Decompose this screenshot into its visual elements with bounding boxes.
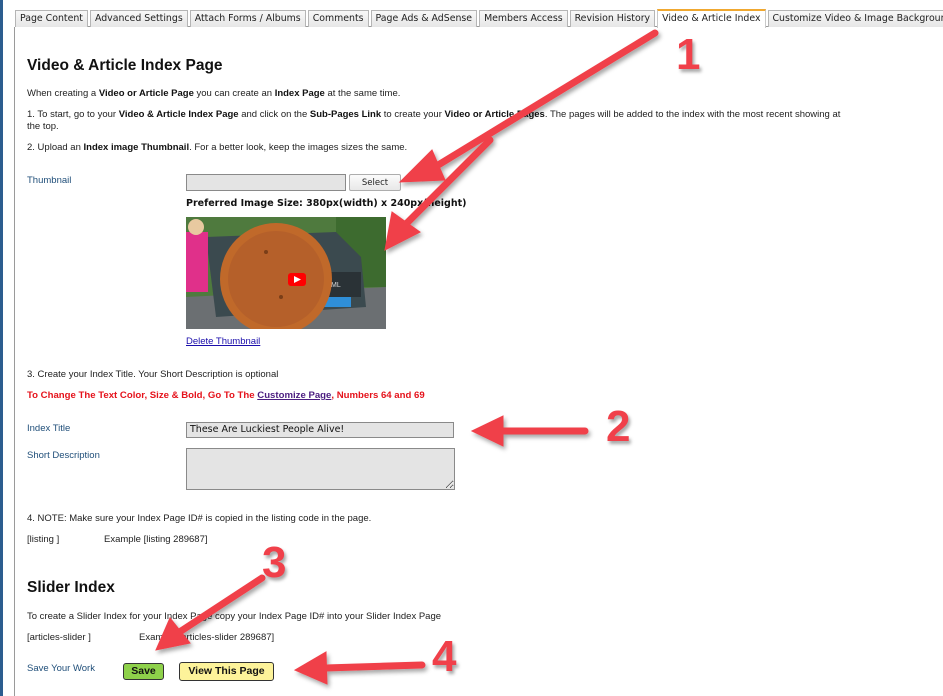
tab-advanced-settings[interactable]: Advanced Settings [89, 10, 188, 27]
listing-example: Example [listing 289687] [104, 534, 208, 545]
step2-text: 2. Upload an Index image Thumbnail. For … [27, 142, 408, 153]
customize-note: To Change The Text Color, Size & Bold, G… [27, 390, 425, 401]
annotation-number-1: 1 [676, 30, 701, 79]
slider-example: Example [articles-slider 289687] [139, 632, 275, 643]
arrow-2-head [470, 415, 504, 447]
tab-members-access[interactable]: Members Access [479, 10, 568, 27]
index-title-input[interactable]: These Are Luckiest People Alive! [186, 422, 454, 438]
delete-thumbnail-link[interactable]: Delete Thumbnail [186, 336, 260, 347]
panel-border [14, 27, 15, 696]
tab-revision-history[interactable]: Revision History [569, 10, 656, 27]
save-your-work-label: Save Your Work [27, 663, 95, 674]
intro-text: When creating a Video or Article Page yo… [27, 88, 401, 99]
thumbnail-file-input[interactable] [186, 174, 346, 191]
thumbnail-label: Thumbnail [27, 175, 72, 186]
tab-customize-backgrounds[interactable]: Customize Video & Image Backgrounds [767, 10, 943, 27]
thumbnail-illustration: DML [186, 217, 386, 329]
tab-page-content[interactable]: Page Content [15, 10, 88, 27]
window-left-edge [0, 0, 3, 696]
slider-index-title: Slider Index [27, 579, 115, 596]
arrow-1b [401, 136, 494, 229]
annotation-number-4: 4 [432, 632, 457, 681]
tab-page-ads-adsense[interactable]: Page Ads & AdSense [370, 10, 478, 27]
arrow-1a [426, 29, 659, 174]
annotation-number-3: 3 [262, 538, 287, 587]
arrow-1b-head [384, 211, 421, 251]
tab-video-article-index[interactable]: Video & Article Index [657, 9, 766, 28]
tab-bar: Page Content Advanced Settings Attach Fo… [15, 9, 943, 28]
page-title: Video & Article Index Page [27, 57, 223, 74]
preferred-image-size: Preferred Image Size: 380px(width) x 240… [186, 198, 467, 209]
select-button[interactable]: Select [349, 174, 401, 191]
listing-code: [listing ] [27, 534, 60, 545]
slider-desc: To create a Slider Index for your Index … [27, 611, 442, 622]
view-this-page-button[interactable]: View This Page [179, 662, 274, 681]
step1-text: 1. To start, go to your Video & Article … [27, 109, 841, 120]
step1-text-cont: the top. [27, 121, 59, 132]
step3-text: 3. Create your Index Title. Your Short D… [27, 369, 279, 380]
index-title-label: Index Title [27, 423, 71, 434]
tab-attach-forms-albums[interactable]: Attach Forms / Albums [189, 10, 306, 27]
arrow-4-head [293, 651, 328, 685]
save-button[interactable]: Save [123, 663, 164, 680]
thumbnail-image: DML [186, 217, 386, 329]
arrow-4 [321, 661, 426, 672]
short-description-textarea[interactable] [186, 448, 455, 490]
annotation-number-2: 2 [606, 402, 631, 451]
annotation-overlay [155, 29, 659, 685]
customize-page-link[interactable]: Customize Page [257, 390, 331, 401]
step4-text: 4. NOTE: Make sure your Index Page ID# i… [27, 513, 372, 524]
arrow-1a-head [398, 149, 446, 183]
arrow-3 [174, 574, 266, 637]
short-description-label: Short Description [27, 450, 100, 461]
tab-comments[interactable]: Comments [307, 10, 369, 27]
slider-code: [articles-slider ] [27, 632, 91, 643]
